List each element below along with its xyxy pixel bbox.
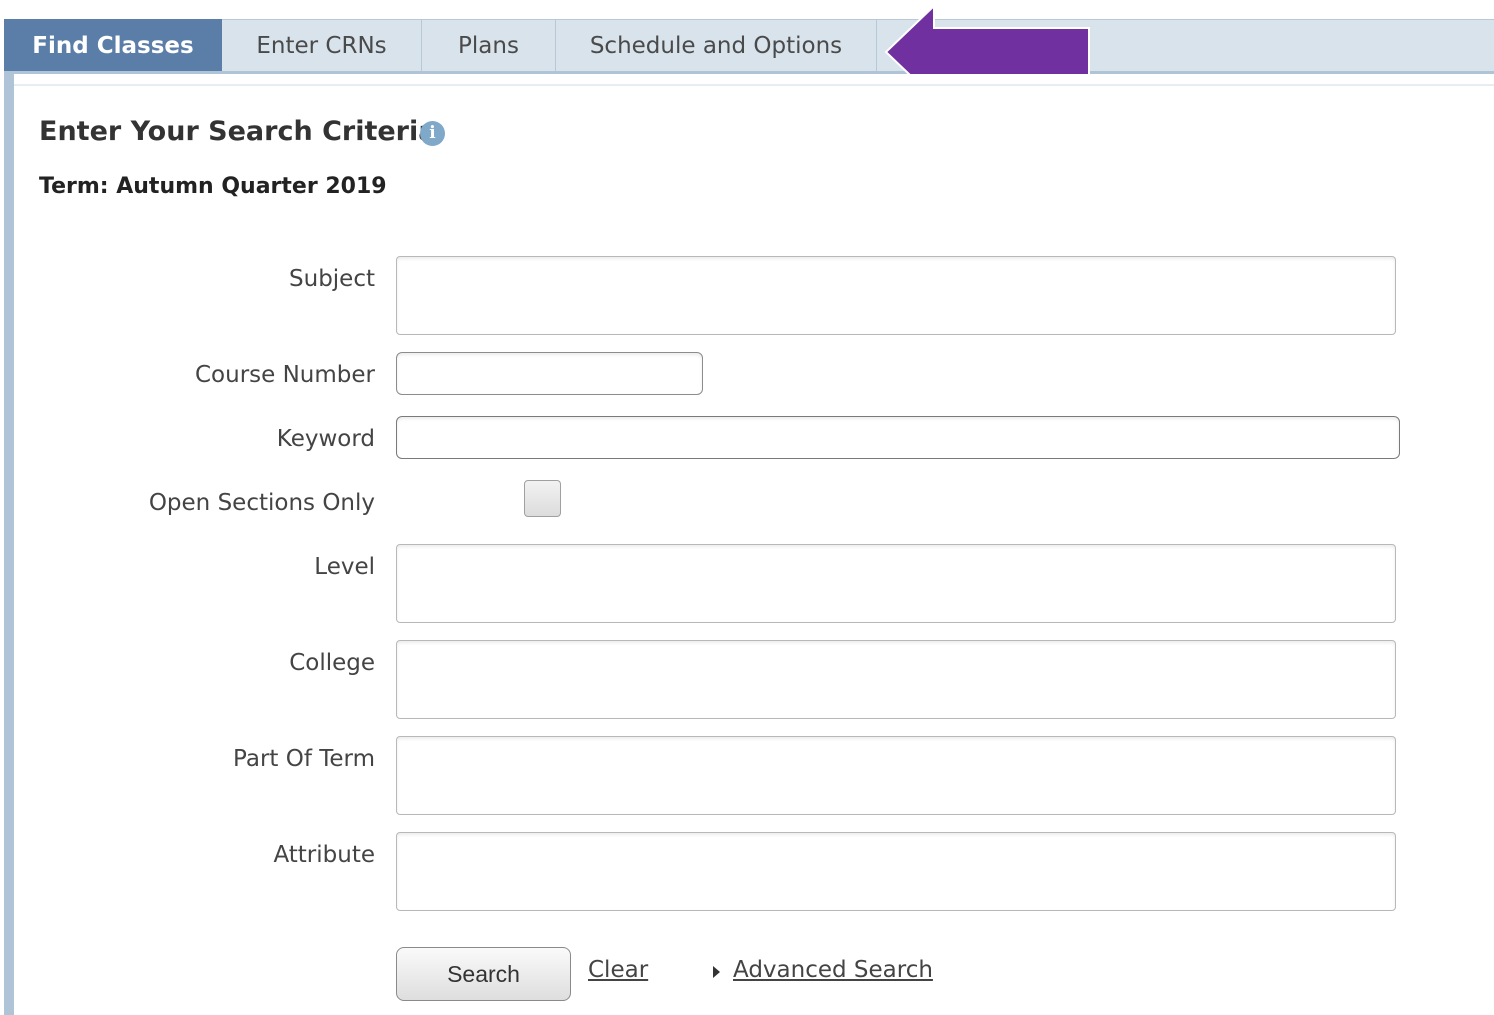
course-number-label: Course Number	[194, 362, 375, 388]
open-sections-label: Open Sections Only	[148, 490, 375, 516]
attribute-input[interactable]	[396, 832, 1396, 911]
keyword-label: Keyword	[276, 426, 375, 452]
subject-input[interactable]	[396, 256, 1396, 335]
tab-schedule-and-options[interactable]: Schedule and Options	[556, 19, 877, 72]
search-button[interactable]: Search	[396, 947, 571, 1001]
level-input[interactable]	[396, 544, 1396, 623]
part-of-term-input[interactable]	[396, 736, 1396, 815]
open-sections-checkbox[interactable]	[524, 480, 561, 517]
tab-find-classes[interactable]: Find Classes	[4, 19, 222, 80]
part-of-term-label: Part Of Term	[233, 746, 375, 772]
info-icon[interactable]: i	[420, 121, 445, 146]
tab-plans[interactable]: Plans	[422, 19, 556, 72]
page-title: Enter Your Search Criteria	[39, 116, 437, 147]
caret-right-icon	[713, 966, 720, 978]
course-number-input[interactable]	[396, 352, 703, 395]
keyword-input[interactable]	[396, 416, 1400, 459]
clear-link[interactable]: Clear	[588, 957, 648, 983]
advanced-search-link[interactable]: Advanced Search	[733, 957, 933, 983]
tab-enter-crns[interactable]: Enter CRNs	[222, 19, 422, 72]
attribute-label: Attribute	[273, 842, 375, 868]
college-label: College	[289, 650, 375, 676]
term-label: Term: Autumn Quarter 2019	[39, 174, 387, 199]
level-label: Level	[314, 554, 375, 580]
college-input[interactable]	[396, 640, 1396, 719]
subject-label: Subject	[289, 266, 375, 292]
panel-top-divider	[14, 84, 1494, 86]
class-search-page: Find Classes Enter CRNs Plans Schedule a…	[0, 0, 1494, 1015]
